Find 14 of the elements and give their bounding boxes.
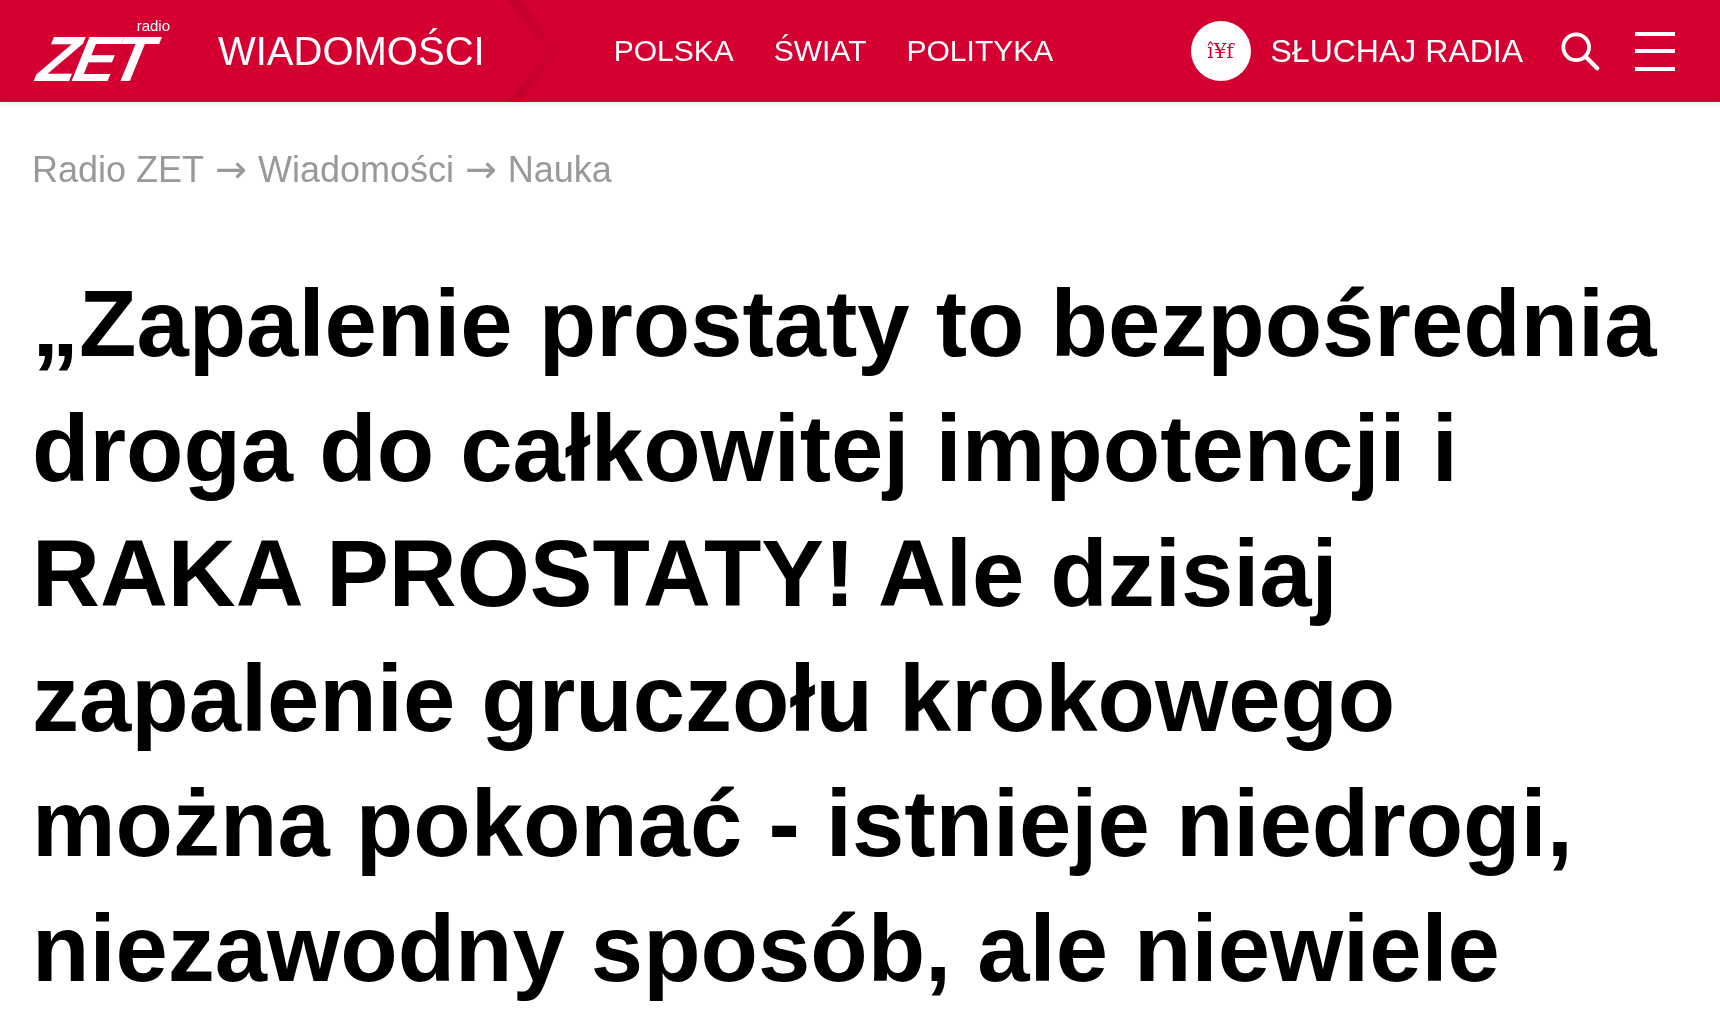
search-icon[interactable] bbox=[1560, 31, 1600, 71]
logo-wordmark[interactable]: ZET bbox=[34, 34, 186, 84]
logo-tagline[interactable]: radio bbox=[136, 18, 170, 33]
breadcrumb-separator: → bbox=[464, 149, 497, 189]
article-headline: „Zapalenie prostaty to bezpośrednia droga do całkowitej impotencji i RAKA PROSTATY! Ale dzisiaj zapalenie gruczołu krokowego można pokonać - istnieje niedrogi, niezawodny sposób, ale niewiele bbox=[32, 270, 1658, 1003]
nav-link[interactable]: POLSKA bbox=[613, 36, 734, 66]
breadcrumb-link[interactable]: Wiadomości bbox=[257, 150, 454, 190]
nav-link[interactable]: ŚWIAT bbox=[773, 36, 867, 66]
listen-radio-link[interactable]: SŁUCHAJ RADIA bbox=[1270, 35, 1523, 67]
menu-icon[interactable] bbox=[1635, 31, 1675, 71]
breadcrumb-link[interactable]: Radio ZET bbox=[32, 150, 205, 190]
nav-link[interactable]: POLITYKA bbox=[906, 36, 1054, 66]
breadcrumb-separator: → bbox=[215, 149, 247, 189]
breadcrumb-link[interactable]: Nauka bbox=[507, 150, 612, 190]
